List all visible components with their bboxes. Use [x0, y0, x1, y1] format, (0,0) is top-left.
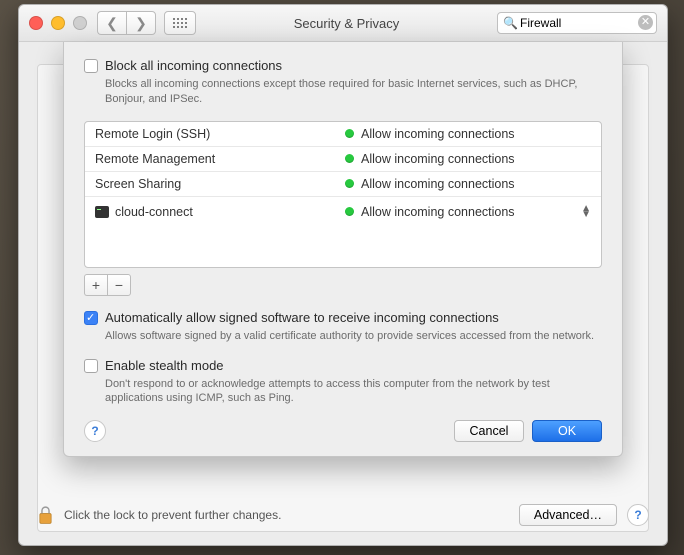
auto-allow-desc: Allows software signed by a valid certif…: [105, 329, 602, 344]
block-all-label: Block all incoming connections: [105, 58, 282, 73]
terminal-icon: [95, 206, 109, 218]
table-row[interactable]: Remote Login (SSH) Allow incoming connec…: [85, 122, 601, 147]
service-status: Allow incoming connections: [361, 127, 515, 141]
window-controls: [29, 16, 87, 30]
nav-buttons: ❮ ❯: [97, 11, 156, 35]
service-name: Remote Login (SSH): [95, 127, 345, 141]
table-row[interactable]: Screen Sharing Allow incoming connection…: [85, 172, 601, 197]
back-button[interactable]: ❮: [97, 11, 126, 35]
lock-text: Click the lock to prevent further change…: [64, 508, 281, 522]
show-all-button[interactable]: [164, 11, 196, 35]
search-input[interactable]: [497, 12, 657, 34]
status-dot-icon: [345, 179, 354, 188]
status-dot-icon: [345, 207, 354, 216]
help-button[interactable]: ?: [627, 504, 649, 526]
stealth-desc: Don't respond to or acknowledge attempts…: [105, 377, 602, 407]
zoom-icon[interactable]: [73, 16, 87, 30]
status-dot-icon: [345, 129, 354, 138]
prefs-window: ❮ ❯ Security & Privacy 🔍 ✕ Block all inc…: [18, 4, 668, 546]
block-all-checkbox[interactable]: [84, 59, 98, 73]
add-app-button[interactable]: +: [84, 274, 107, 296]
service-status: Allow incoming connections: [361, 177, 515, 191]
stealth-checkbox[interactable]: [84, 359, 98, 373]
app-status: Allow incoming connections: [361, 205, 515, 219]
table-row[interactable]: Remote Management Allow incoming connect…: [85, 147, 601, 172]
window-title: Security & Privacy: [196, 16, 497, 31]
table-empty-area: [85, 227, 601, 267]
titlebar: ❮ ❯ Security & Privacy 🔍 ✕: [19, 5, 667, 42]
forward-button[interactable]: ❯: [126, 11, 156, 35]
clear-search-icon[interactable]: ✕: [638, 15, 653, 30]
service-status: Allow incoming connections: [361, 152, 515, 166]
app-name: cloud-connect: [115, 205, 193, 219]
service-name: Screen Sharing: [95, 177, 345, 191]
stealth-label: Enable stealth mode: [105, 358, 224, 373]
help-button[interactable]: ?: [84, 420, 106, 442]
auto-allow-checkbox[interactable]: [84, 311, 98, 325]
lock-icon[interactable]: [37, 505, 54, 525]
firewall-apps-table: Remote Login (SSH) Allow incoming connec…: [84, 121, 602, 268]
table-row[interactable]: cloud-connect Allow incoming connections…: [85, 197, 601, 227]
search-field[interactable]: 🔍 ✕: [497, 12, 657, 34]
ok-button[interactable]: OK: [532, 420, 602, 442]
auto-allow-label: Automatically allow signed software to r…: [105, 310, 499, 325]
close-icon[interactable]: [29, 16, 43, 30]
remove-app-button[interactable]: −: [107, 274, 131, 296]
advanced-button[interactable]: Advanced…: [519, 504, 617, 526]
status-dropdown[interactable]: ▲▼: [581, 206, 591, 218]
service-name: Remote Management: [95, 152, 345, 166]
block-all-desc: Blocks all incoming connections except t…: [105, 77, 602, 107]
grid-icon: [173, 18, 187, 28]
search-icon: 🔍: [503, 16, 518, 30]
status-dot-icon: [345, 154, 354, 163]
minimize-icon[interactable]: [51, 16, 65, 30]
cancel-button[interactable]: Cancel: [454, 420, 524, 442]
firewall-options-sheet: Block all incoming connections Blocks al…: [63, 42, 623, 457]
window-footer: Click the lock to prevent further change…: [37, 504, 649, 526]
